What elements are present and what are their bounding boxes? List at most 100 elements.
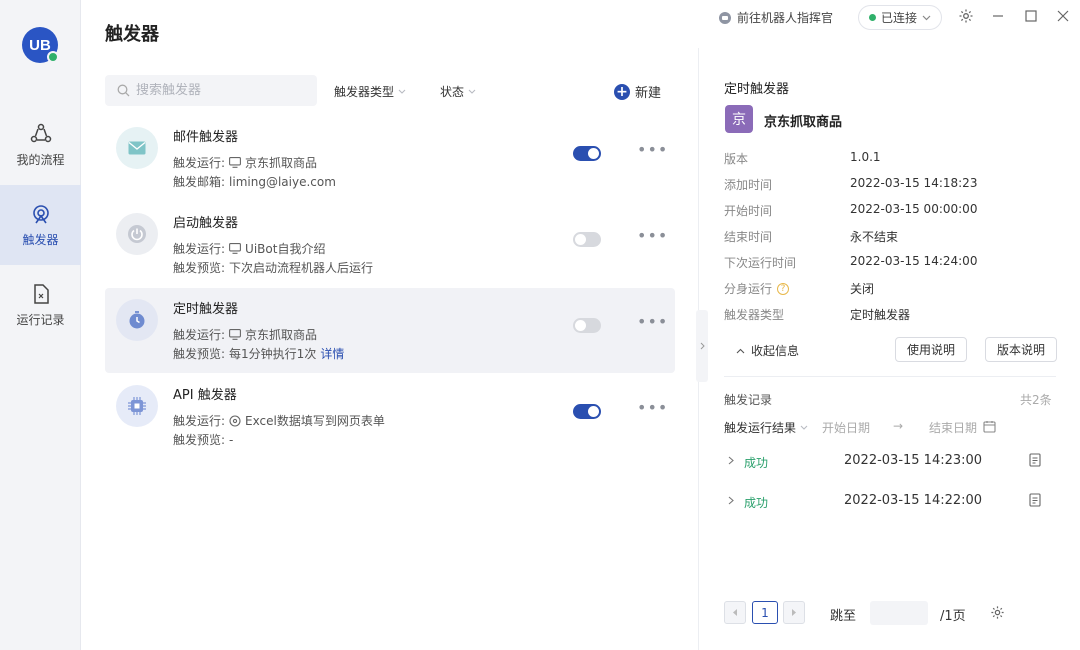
monitor-icon	[229, 243, 241, 254]
trigger-run-value: Excel数据填写到网页表单	[245, 414, 385, 428]
trigger-name: 定时触发器	[173, 302, 239, 317]
settings-gear-button[interactable]	[958, 8, 974, 24]
record-row[interactable]: 成功 2022-03-15 14:23:00	[724, 451, 1056, 475]
nav-item-my-flows[interactable]: 我的流程	[0, 105, 81, 185]
close-icon	[1057, 10, 1069, 22]
nav-item-triggers[interactable]: 触发器	[0, 185, 81, 265]
gear-icon	[959, 9, 973, 23]
trigger-run-value: 京东抓取商品	[245, 328, 318, 342]
trigger-run-label: 触发运行:	[173, 242, 226, 256]
more-options-icon[interactable]: •••	[637, 312, 668, 331]
chip-icon	[116, 385, 158, 427]
expand-chevron-icon[interactable]	[728, 495, 734, 508]
more-options-icon[interactable]: •••	[637, 140, 668, 159]
end-date-input[interactable]: 结束日期	[929, 419, 977, 436]
search-icon	[117, 84, 130, 97]
left-nav: UB 我的流程 触发器 运行记录	[0, 0, 81, 650]
trigger-enable-toggle[interactable]	[573, 232, 601, 247]
collapse-panel-handle[interactable]	[696, 310, 708, 382]
new-trigger-button[interactable]: + 新建	[614, 82, 661, 101]
record-row[interactable]: 成功 2022-03-15 14:22:00	[724, 491, 1056, 515]
filter-status[interactable]: 状态	[440, 83, 476, 100]
trigger-detail-label: 触发预览:	[173, 261, 226, 275]
details-link[interactable]: 详情	[320, 345, 344, 362]
trigger-detail-value: 每1分钟执行1次	[229, 347, 317, 361]
robot-icon	[719, 11, 731, 24]
robot-commander-link[interactable]: 前往机器人指挥官	[718, 9, 833, 26]
field-value-added: 2022-03-15 14:18:23	[850, 176, 978, 190]
trigger-detail-label: 触发预览:	[173, 433, 226, 447]
chevron-right-icon	[700, 342, 705, 350]
start-date-input[interactable]: 开始日期	[822, 419, 870, 436]
trigger-detail-line: 触发预览: 下次启动流程机器人后运行	[173, 259, 373, 276]
page-settings-gear-icon[interactable]	[990, 605, 1005, 620]
trigger-run-label: 触发运行:	[173, 414, 226, 428]
jump-to-label: 跳至	[830, 609, 857, 624]
nav-label-triggers: 触发器	[22, 232, 59, 247]
trigger-name: 启动触发器	[173, 216, 239, 231]
connection-status-dropdown[interactable]: 已连接	[858, 5, 942, 30]
trigger-card-timer[interactable]: 定时触发器 触发运行: 京东抓取商品 触发预览: 每1分钟执行1次 详情 •••	[105, 288, 675, 373]
more-options-icon[interactable]: •••	[637, 226, 668, 245]
trigger-run-value: UiBot自我介绍	[245, 242, 326, 256]
trigger-enable-toggle[interactable]	[573, 404, 601, 419]
trigger-detail-line: 触发邮箱: liming@laiye.com	[173, 173, 336, 190]
version-notes-button[interactable]: 版本说明	[985, 337, 1058, 362]
filter-status-label: 状态	[440, 85, 465, 99]
trigger-detail-value: -	[229, 432, 234, 447]
page-title: 触发器	[105, 24, 159, 45]
help-icon[interactable]: ?	[777, 282, 790, 295]
filter-trigger-type[interactable]: 触发器类型	[334, 83, 406, 100]
trigger-enable-toggle[interactable]	[573, 318, 601, 333]
flow-icon	[30, 123, 51, 142]
trigger-card-mail[interactable]: 邮件触发器 触发运行: 京东抓取商品 触发邮箱: liming@laiye.co…	[105, 116, 675, 201]
maximize-button[interactable]	[1023, 8, 1039, 24]
current-page[interactable]: 1	[752, 601, 778, 624]
log-document-icon[interactable]	[1029, 493, 1041, 510]
trigger-card-startup[interactable]: 启动触发器 触发运行: UiBot自我介绍 触发预览: 下次启动流程机器人后运行…	[105, 202, 675, 287]
toggle-knob	[588, 148, 599, 159]
minimize-button[interactable]	[990, 8, 1006, 24]
usage-guide-button[interactable]: 使用说明	[895, 337, 968, 362]
trigger-run-line: 触发运行: 京东抓取商品	[173, 326, 317, 343]
close-button[interactable]	[1055, 8, 1071, 24]
trigger-run-line: 触发运行: 京东抓取商品	[173, 154, 317, 171]
prev-page-button[interactable]	[724, 601, 746, 624]
search-box[interactable]	[105, 75, 317, 106]
more-options-icon[interactable]: •••	[637, 398, 668, 417]
log-document-icon[interactable]	[1029, 453, 1041, 470]
nav-item-run-records[interactable]: 运行记录	[0, 265, 81, 345]
trigger-card-api[interactable]: API 触发器 触发运行: Excel数据填写到网页表单 触发预览: - •••	[105, 374, 675, 459]
record-time: 2022-03-15 14:22:00	[844, 493, 983, 508]
field-label-version: 版本	[724, 152, 749, 166]
power-icon	[116, 213, 158, 255]
chevron-left-icon	[733, 609, 737, 616]
expand-chevron-icon[interactable]	[728, 455, 734, 468]
minimize-icon	[993, 15, 1003, 17]
records-title: 触发记录	[724, 393, 773, 407]
field-label-clone-run: 分身运行	[724, 282, 773, 296]
flow-name: 京东抓取商品	[764, 115, 843, 130]
records-count: 共2条	[1020, 393, 1052, 407]
jump-page-input[interactable]	[870, 601, 928, 625]
trigger-name: API 触发器	[173, 388, 237, 403]
chevron-up-icon	[736, 348, 745, 353]
trigger-run-value: 京东抓取商品	[245, 156, 318, 170]
document-icon	[33, 283, 49, 304]
field-value-version: 1.0.1	[850, 150, 881, 164]
trigger-run-label: 触发运行:	[173, 328, 226, 342]
maximize-icon	[1025, 10, 1037, 22]
record-status: 成功	[744, 456, 769, 470]
field-value-next-run: 2022-03-15 14:24:00	[850, 254, 978, 268]
trigger-icon	[32, 204, 49, 223]
field-value-clone-run: 关闭	[850, 282, 875, 296]
calendar-icon[interactable]	[983, 420, 996, 433]
collapse-info-button[interactable]: 收起信息	[736, 342, 799, 359]
toggle-knob	[575, 320, 586, 331]
plus-icon: +	[614, 83, 630, 100]
result-filter-dropdown[interactable]: 触发运行结果	[724, 419, 808, 436]
trigger-enable-toggle[interactable]	[573, 146, 601, 161]
location-icon	[229, 414, 241, 427]
next-page-button[interactable]	[783, 601, 805, 624]
search-input[interactable]	[136, 83, 306, 98]
